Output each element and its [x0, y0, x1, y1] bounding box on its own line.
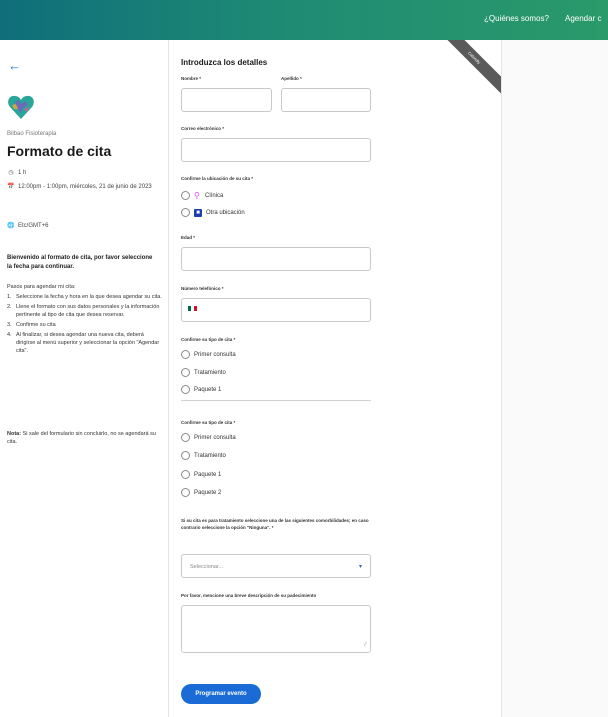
- chevron-down-icon: ▾: [358, 564, 362, 570]
- datetime-text: 12:00pm - 1:00pm, miércoles, 21 de junio…: [18, 184, 152, 190]
- location-option-clinic[interactable]: ⚲ Clínica: [181, 191, 223, 200]
- appointment-type-option[interactable]: Primer consulta: [181, 350, 236, 359]
- steps-heading: Pasos para agendar mi cita:: [7, 284, 76, 290]
- location-marker-icon: ■: [194, 208, 202, 217]
- step-item: 3. Confirme su cita: [7, 322, 56, 328]
- phone-input[interactable]: [181, 298, 371, 322]
- email-input[interactable]: [181, 138, 371, 162]
- last-name-input[interactable]: [281, 88, 371, 112]
- form-heading: Introduzca los detalles: [181, 58, 268, 67]
- calendly-ribbon: Calendly: [437, 40, 501, 95]
- booking-form: Calendly Introduzca los detalles Nombre …: [168, 40, 502, 717]
- location-option-other[interactable]: ■ Otra ubicación: [181, 208, 245, 217]
- radio-circle[interactable]: [181, 208, 190, 217]
- first-name-label: Nombre *: [181, 76, 202, 81]
- appointment-type-option[interactable]: Paquete 2: [181, 488, 221, 497]
- step-item: 1. Seleccione la fecha y hora en la que d…: [7, 294, 162, 300]
- nav-link-about[interactable]: ¿Quiénes somos?: [484, 14, 549, 23]
- duration-text: 1 h: [18, 170, 27, 176]
- appointment-type-option[interactable]: Paquete 1: [181, 385, 221, 394]
- appointment-type-label-1: Confirme su tipo de cita *: [181, 337, 236, 342]
- calendar-icon: 📅: [7, 184, 15, 190]
- appointment-type-option[interactable]: Paquete 1: [181, 470, 221, 479]
- location-label: Confirme la ubicación de su cita *: [181, 176, 254, 181]
- first-name-input[interactable]: [181, 88, 272, 112]
- welcome-text: Bienvenido al formato de cita, por favor…: [7, 255, 153, 270]
- radio-circle[interactable]: [181, 470, 190, 479]
- event-details-panel: ← Bilbao Fisioterapia Formato de cita ◷ …: [0, 40, 168, 717]
- note-text: Nota: Si sale del formulario sin conclui…: [7, 431, 156, 445]
- radio-circle[interactable]: [181, 488, 190, 497]
- heart-logo-icon: [8, 95, 34, 119]
- radio-circle[interactable]: [181, 191, 190, 200]
- event-title: Formato de cita: [7, 143, 112, 159]
- appointment-type-option[interactable]: Primer consulta: [181, 433, 236, 442]
- description-label: Por favor, mencione una breve descripció…: [181, 593, 317, 598]
- mexico-flag-icon[interactable]: [188, 306, 197, 311]
- radio-circle[interactable]: [181, 385, 190, 394]
- appointment-type-option[interactable]: Tratamiento: [181, 451, 226, 460]
- timezone-row: 🌐 Etc/GMT+6: [7, 222, 49, 231]
- datetime-row: 📅 12:00pm - 1:00pm, miércoles, 21 de jun…: [7, 183, 152, 192]
- appointment-type-option[interactable]: Tratamiento: [181, 368, 226, 377]
- radio-circle[interactable]: [181, 433, 190, 442]
- appointment-type-label-2: Confirme su tipo de cita *: [181, 420, 236, 425]
- age-label: Edad *: [181, 235, 196, 240]
- schedule-event-button[interactable]: Programar evento: [181, 684, 261, 704]
- age-input[interactable]: [181, 247, 371, 271]
- last-name-label: Apellido *: [281, 76, 302, 81]
- select-placeholder: Seleccionar...: [190, 564, 224, 570]
- comorbidity-select[interactable]: Seleccionar... ▾: [181, 554, 371, 578]
- nav-link-schedule[interactable]: Agendar c: [565, 14, 601, 23]
- top-navigation-bar: ¿Quiénes somos? Agendar c: [0, 0, 608, 40]
- timezone-text: Etc/GMT+6: [18, 223, 49, 229]
- globe-icon: 🌐: [7, 223, 15, 229]
- step-item: 4. Al finalizar, si desea agendar una nue…: [7, 332, 160, 354]
- resize-handle-icon[interactable]: ∕: [365, 642, 366, 648]
- section-divider: [181, 398, 371, 401]
- phone-label: Número telefónico *: [181, 286, 224, 291]
- comorbidity-label: Si su cita es para tratamiento seleccion…: [181, 518, 369, 530]
- radio-circle[interactable]: [181, 350, 190, 359]
- step-item: 2. Llene el formato con sus datos persona…: [7, 304, 160, 318]
- description-textarea[interactable]: ∕: [181, 605, 371, 653]
- clock-icon: ◷: [8, 170, 14, 176]
- radio-circle[interactable]: [181, 451, 190, 460]
- duration-row: ◷ 1 h: [7, 169, 26, 178]
- radio-circle[interactable]: [181, 368, 190, 377]
- location-pin-icon: ⚲: [194, 191, 200, 200]
- back-arrow-icon[interactable]: ←: [8, 58, 21, 73]
- email-label: Correo electrónico *: [181, 126, 225, 131]
- steps-list: 1. Seleccione la fecha y hora en la que d…: [7, 293, 162, 357]
- organization-name: Bilbao Fisioterapia: [7, 131, 57, 137]
